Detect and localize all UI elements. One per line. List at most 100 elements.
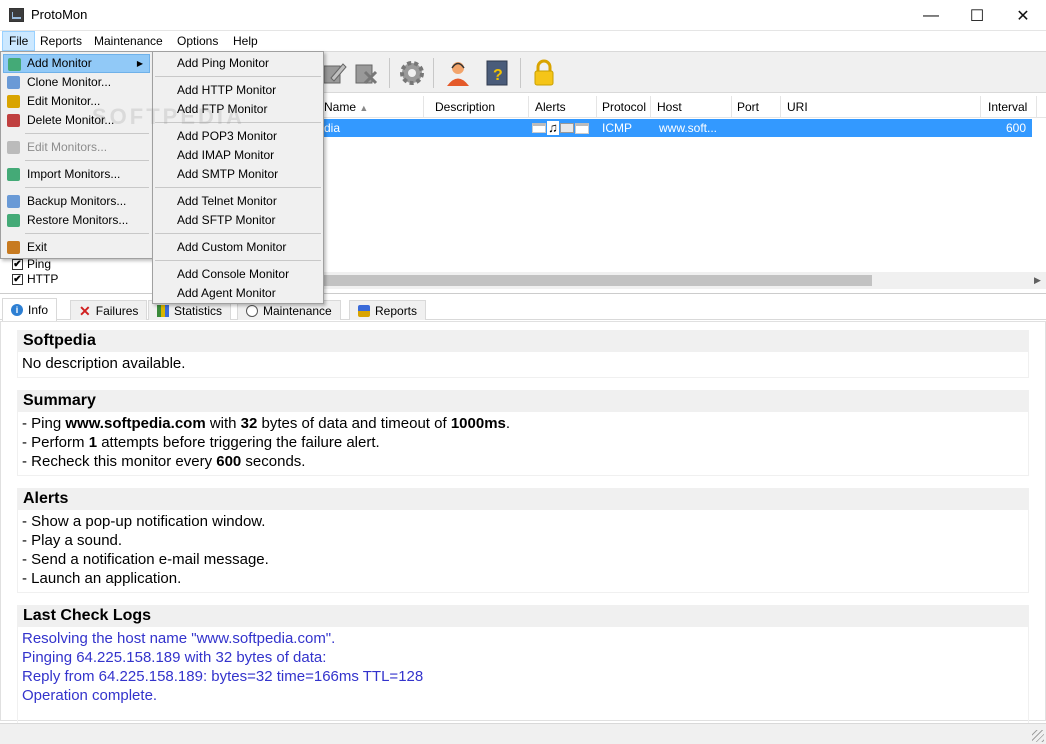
cell-host: www.soft... (659, 121, 718, 135)
close-button[interactable]: ✕ (1000, 0, 1046, 31)
log-line: Reply from 64.225.158.189: bytes=32 time… (22, 668, 424, 685)
logs-body: Resolving the host name "www.softpedia.c… (17, 627, 1029, 727)
submenu-item-add-smtp-monitor[interactable]: Add SMTP Monitor (155, 165, 321, 184)
description-body: No description available. (17, 352, 1029, 378)
menu-item-label: Add Monitor (27, 56, 92, 70)
status-bar (0, 723, 1046, 744)
info-icon: i (11, 304, 23, 316)
cell-interval: 600 (1005, 121, 1026, 135)
lock-icon[interactable] (526, 56, 562, 90)
alert-line: - Launch an application. (22, 570, 182, 587)
column-header-host[interactable]: Host (651, 96, 732, 118)
maintenance-clock-icon (246, 304, 258, 317)
submenu-item-add-http-monitor[interactable]: Add HTTP Monitor (155, 81, 321, 100)
tab-label: Failures (95, 303, 139, 318)
statistics-icon (157, 304, 169, 317)
column-header-interval[interactable]: Interval (982, 96, 1037, 118)
menu-options[interactable]: Options (171, 31, 224, 51)
title-bar: ProtoMon — ☐ ✕ (0, 0, 1046, 31)
checkbox[interactable]: ✔ (12, 258, 23, 270)
help-book-icon[interactable]: ? (479, 56, 515, 90)
menu-separator (25, 133, 149, 134)
summary-body: - Ping www.softpedia.com with 32 bytes o… (17, 412, 1029, 476)
cell-protocol: ICMP (602, 121, 632, 135)
menu-item-add-monitor[interactable]: Add Monitor ▶ (3, 54, 150, 73)
toolbar-separator (433, 58, 434, 88)
tab-info[interactable]: i Info (2, 298, 58, 321)
edit-monitor-icon (7, 95, 20, 108)
resize-grip[interactable] (1032, 730, 1044, 742)
menu-item-import-monitors[interactable]: Import Monitors... (3, 165, 150, 184)
column-header-protocol[interactable]: Protocol (596, 96, 651, 118)
alerts-body: - Show a pop-up notification window. - P… (17, 510, 1029, 593)
column-header-alerts[interactable]: Alerts (529, 96, 597, 118)
submenu-item-add-ping-monitor[interactable]: Add Ping Monitor (155, 54, 321, 73)
menu-separator (25, 187, 149, 188)
support-icon[interactable] (440, 56, 476, 90)
cell-name: dia (324, 121, 341, 135)
tree-item-http[interactable]: ✔ HTTP (12, 271, 58, 287)
submenu-item-add-ftp-monitor[interactable]: Add FTP Monitor (155, 100, 321, 119)
tab-failures[interactable]: ✕ Failures (70, 300, 148, 320)
submenu-arrow-icon: ▶ (136, 59, 143, 68)
submenu-item-add-console-monitor[interactable]: Add Console Monitor (155, 265, 321, 284)
summary-line-3: - Recheck this monitor every 600 seconds… (22, 453, 306, 470)
alert-line: - Play a sound. (22, 532, 123, 549)
logs-section: Last Check Logs Resolving the host name … (17, 605, 1029, 727)
column-header-uri[interactable]: URI (781, 96, 981, 118)
maximize-button[interactable]: ☐ (954, 0, 1000, 31)
column-header-port[interactable]: Port (731, 96, 781, 118)
submenu-item-add-agent-monitor[interactable]: Add Agent Monitor (155, 284, 321, 303)
monitor-name-heading: Softpedia (17, 330, 1029, 352)
restore-icon (7, 214, 20, 227)
menu-file[interactable]: File (2, 31, 36, 51)
menu-maintenance[interactable]: Maintenance (88, 31, 169, 51)
menu-item-label: Exit (27, 240, 48, 254)
popup-alert-icon (532, 123, 546, 133)
menu-item-exit[interactable]: Exit (3, 238, 150, 257)
svg-text:?: ? (493, 67, 503, 84)
submenu-item-add-imap-monitor[interactable]: Add IMAP Monitor (155, 146, 321, 165)
menu-item-label: Edit Monitor... (27, 94, 101, 108)
menu-item-label: Delete Monitor... (27, 113, 115, 127)
delete-monitor-icon (7, 114, 20, 127)
scroll-right-arrow-icon[interactable]: ▶ (1029, 272, 1046, 289)
log-line: Pinging 64.225.158.189 with 32 bytes of … (22, 649, 327, 666)
submenu-item-add-telnet-monitor[interactable]: Add Telnet Monitor (155, 192, 321, 211)
menu-item-restore-monitors[interactable]: Restore Monitors... (3, 211, 150, 230)
minimize-button[interactable]: — (908, 0, 954, 31)
alerts-section: Alerts - Show a pop-up notification wind… (17, 488, 1029, 593)
submenu-item-add-sftp-monitor[interactable]: Add SFTP Monitor (155, 211, 321, 230)
menu-item-edit-monitor[interactable]: Edit Monitor... (3, 92, 150, 111)
menu-item-clone-monitor[interactable]: Clone Monitor... (3, 73, 150, 92)
window-title: ProtoMon (31, 7, 88, 22)
menu-help[interactable]: Help (227, 31, 264, 51)
summary-line-1: - Ping www.softpedia.com with 32 bytes o… (22, 415, 511, 432)
tab-reports[interactable]: Reports (349, 300, 427, 320)
exit-icon (7, 241, 20, 254)
submenu-item-add-pop3-monitor[interactable]: Add POP3 Monitor (155, 127, 321, 146)
menu-item-backup-monitors[interactable]: Backup Monitors... (3, 192, 150, 211)
menu-separator (25, 160, 149, 161)
menu-item-delete-monitor[interactable]: Delete Monitor... (3, 111, 150, 130)
summary-line-2: - Perform 1 attempts before triggering t… (22, 434, 380, 451)
delete-monitor-icon[interactable] (348, 56, 384, 90)
tree-item-label: HTTP (27, 272, 59, 286)
name-section: Softpedia No description available. (17, 330, 1029, 378)
application-alert-icon (575, 122, 589, 134)
submenu-item-add-custom-monitor[interactable]: Add Custom Monitor (155, 238, 321, 257)
menu-separator (155, 76, 321, 77)
menu-item-label: Import Monitors... (27, 167, 121, 181)
clone-monitor-icon (7, 76, 20, 89)
toolbar-separator (520, 58, 521, 88)
menu-reports[interactable]: Reports (34, 31, 88, 51)
checkbox[interactable]: ✔ (12, 273, 23, 285)
summary-section: Summary - Ping www.softpedia.com with 32… (17, 390, 1029, 476)
menu-item-label: Edit Monitors... (27, 140, 108, 154)
alert-line: - Send a notification e-mail message. (22, 551, 269, 568)
settings-gear-icon[interactable] (394, 56, 430, 90)
column-header-name[interactable]: Name ▲ (318, 96, 424, 118)
tab-label: Reports (375, 303, 418, 318)
column-header-description[interactable]: Description (429, 96, 529, 118)
add-monitor-icon (8, 58, 21, 71)
